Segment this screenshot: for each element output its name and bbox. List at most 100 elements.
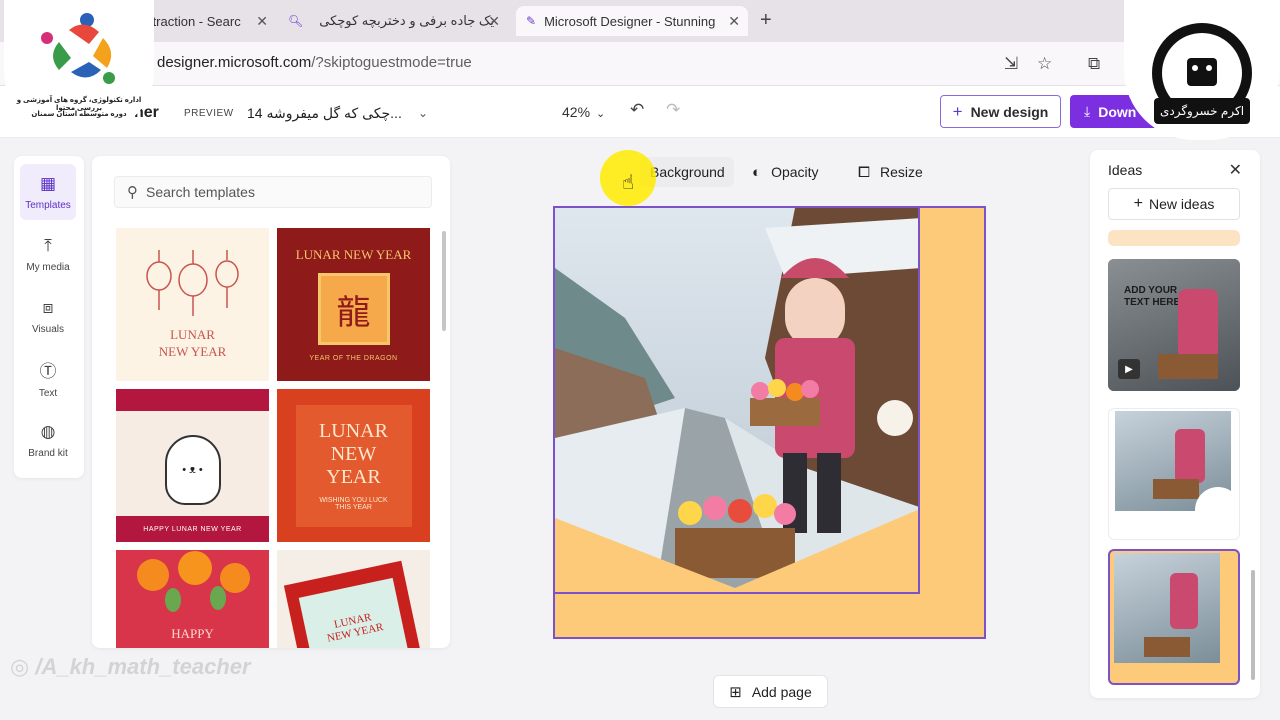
close-icon[interactable]: ✕ <box>1229 160 1242 180</box>
channel-watermark: ◎ /A_kh_math_teacher <box>10 654 251 680</box>
template-subtitle: YEAR OF THE DRAGON <box>309 355 398 362</box>
templates-panel: ⚲ Search templates LUNAR NEW YEAR LUNAR … <box>92 156 450 648</box>
template-title: LUNAR NEW YEAR <box>319 420 388 488</box>
upload-icon: ⤒ <box>44 235 52 255</box>
template-title: LUNAR NEW YEAR <box>295 247 412 262</box>
tab-label: Microsoft Designer - Stunning <box>544 13 716 29</box>
idea-card[interactable]: ADD YOUR TEXT HERE ▶ <box>1108 259 1240 391</box>
org-logo-mark <box>41 13 115 84</box>
shapes-icon: ⧈ <box>42 297 54 317</box>
zoom-level: 42% <box>562 104 591 120</box>
close-tab-icon[interactable]: ✕ <box>488 13 500 30</box>
browser-tab-bar: st attraction - Searc ✕ 🔍︎ یک جاده برفی … <box>0 0 1280 42</box>
idea-card-selected[interactable] <box>1108 549 1240 685</box>
close-tab-icon[interactable]: ✕ <box>256 13 268 30</box>
template-card[interactable]: LUNAR NEW YEAR <box>277 550 430 648</box>
rail-label: Visuals <box>31 323 65 335</box>
template-card[interactable]: LUNAR NEW YEAR <box>116 228 269 381</box>
plus-icon: + <box>1133 195 1143 212</box>
preview-badge: PREVIEW <box>184 108 234 119</box>
add-page-button[interactable]: ⊞ Add page <box>713 675 828 708</box>
document-name: چکی که گل میفروشه 14... <box>247 104 402 121</box>
app-header: ner PREVIEW چکی که گل میفروشه 14... ⌄ 42… <box>0 86 1280 138</box>
chevron-down-icon: ⌄ <box>417 106 428 120</box>
url-field[interactable]: designer.microsoft.com/?skiptoguestmode=… <box>157 54 472 71</box>
canvas-image[interactable] <box>553 206 920 594</box>
favorite-star-icon[interactable]: ☆ <box>1037 54 1052 74</box>
rail-item-brand-kit[interactable]: ◍ Brand kit <box>20 412 76 468</box>
search-icon: ⚲ <box>127 184 138 201</box>
search-icon: 🔍︎ <box>288 14 304 28</box>
teacher-name: اکرم خسروگردی <box>1154 98 1250 124</box>
opacity-icon: ◐ <box>752 163 762 181</box>
opacity-label: Opacity <box>771 164 819 180</box>
rail-item-my-media[interactable]: ⤒ My media <box>20 226 76 282</box>
template-title: HAPPY LUNAR NEW YEAR <box>116 516 269 542</box>
top-band <box>116 389 269 411</box>
download-label: Down <box>1098 103 1137 120</box>
search-input[interactable]: ⚲ Search templates <box>114 176 432 208</box>
video-icon: ▶ <box>1118 359 1140 379</box>
ideas-title: Ideas <box>1108 162 1143 178</box>
chevron-down-icon: ⌄ <box>596 108 606 120</box>
add-page-icon: ⊞ <box>729 683 742 701</box>
idea-card[interactable] <box>1108 230 1240 246</box>
new-tab-button[interactable]: + <box>760 9 772 32</box>
snowy-street-girl-illustration <box>555 208 918 592</box>
oranges-illustration <box>136 551 250 612</box>
template-subtitle: WISHING YOU LUCK THIS YEAR <box>319 497 388 511</box>
new-ideas-button[interactable]: + New ideas <box>1108 188 1240 220</box>
plus-icon: + <box>952 101 963 121</box>
template-card[interactable]: LUNAR NEW YEAR WISHING YOU LUCK THIS YEA… <box>277 389 430 542</box>
extensions-icon[interactable]: ⧉ <box>1088 54 1100 74</box>
rabbit-icon: • ᴥ • <box>164 434 221 505</box>
zoom-dropdown[interactable]: 42% ⌄ <box>562 104 605 120</box>
rail-item-text[interactable]: Ⓣ Text <box>20 350 76 406</box>
instagram-icon: ◎ <box>10 654 30 679</box>
url-domain: designer.microsoft.com <box>157 54 312 71</box>
browser-tab[interactable]: 🔍︎ یک جاده برفی و دختربچه کوچکی ✕ <box>278 6 508 36</box>
rail-label: My media <box>26 261 70 273</box>
new-design-label: New design <box>970 103 1049 120</box>
dragon-icon: 龍 <box>317 273 390 345</box>
new-design-button[interactable]: + New design <box>940 95 1061 128</box>
hand-cursor-icon: ☝ <box>622 172 635 194</box>
resize-label: Resize <box>880 164 923 180</box>
browser-tab-active[interactable]: ✎ Microsoft Designer - Stunning ✕ <box>516 6 748 36</box>
left-rail: ▦ Templates ⤒ My media ⧈ Visuals Ⓣ Text … <box>14 156 84 478</box>
template-card[interactable]: HAPPY <box>116 550 269 648</box>
teacher-logo: اکرم خسروگردی <box>1124 0 1280 140</box>
idea-card[interactable] <box>1108 408 1240 540</box>
undo-icon[interactable]: ↶ <box>630 100 644 120</box>
document-name-dropdown[interactable]: چکی که گل میفروشه 14... ⌄ <box>238 96 438 130</box>
rail-label: Templates <box>25 199 71 211</box>
template-title: LUNAR NEW YEAR <box>158 326 227 359</box>
url-path: /?skiptoguestmode=true <box>311 54 472 71</box>
rail-label: Brand kit <box>28 447 68 459</box>
new-ideas-label: New ideas <box>1148 196 1215 212</box>
rail-item-templates[interactable]: ▦ Templates <box>20 164 76 220</box>
resize-button[interactable]: ⧠ Resize <box>858 157 923 187</box>
install-app-icon[interactable]: ⇲ <box>1004 54 1018 74</box>
org-logo-subtext: دوره متوسطه استان سمنان <box>31 111 127 118</box>
background-label: Background <box>650 164 725 180</box>
org-logo: اداره تکنولوژی، گروه های آموزشی و بررسی … <box>4 0 154 132</box>
close-tab-icon[interactable]: ✕ <box>728 13 740 30</box>
rail-label: Text <box>38 388 58 399</box>
ideas-scrollbar[interactable] <box>1251 570 1255 680</box>
panel-scrollbar[interactable] <box>442 231 446 331</box>
ideas-panel: Ideas ✕ + New ideas ADD YOUR TEXT HERE ▶ <box>1090 150 1260 698</box>
download-icon: ⤓ <box>1084 103 1091 119</box>
rail-item-visuals[interactable]: ⧈ Visuals <box>20 288 76 344</box>
template-title: HAPPY <box>171 626 214 641</box>
template-card[interactable]: • ᴥ • HAPPY LUNAR NEW YEAR <box>116 389 269 542</box>
opacity-button[interactable]: ◐ Opacity <box>752 157 819 187</box>
resize-icon: ⧠ <box>858 163 871 181</box>
template-card[interactable]: LUNAR NEW YEAR 龍 YEAR OF THE DRAGON <box>277 228 430 381</box>
text-icon: Ⓣ <box>39 362 57 381</box>
address-bar: designer.microsoft.com/?skiptoguestmode=… <box>0 42 1280 86</box>
palette-icon: ◍ <box>40 421 56 441</box>
watermark-text: /A_kh_math_teacher <box>35 654 251 679</box>
redo-icon[interactable]: ↷ <box>666 100 680 120</box>
search-placeholder: Search templates <box>146 184 255 200</box>
